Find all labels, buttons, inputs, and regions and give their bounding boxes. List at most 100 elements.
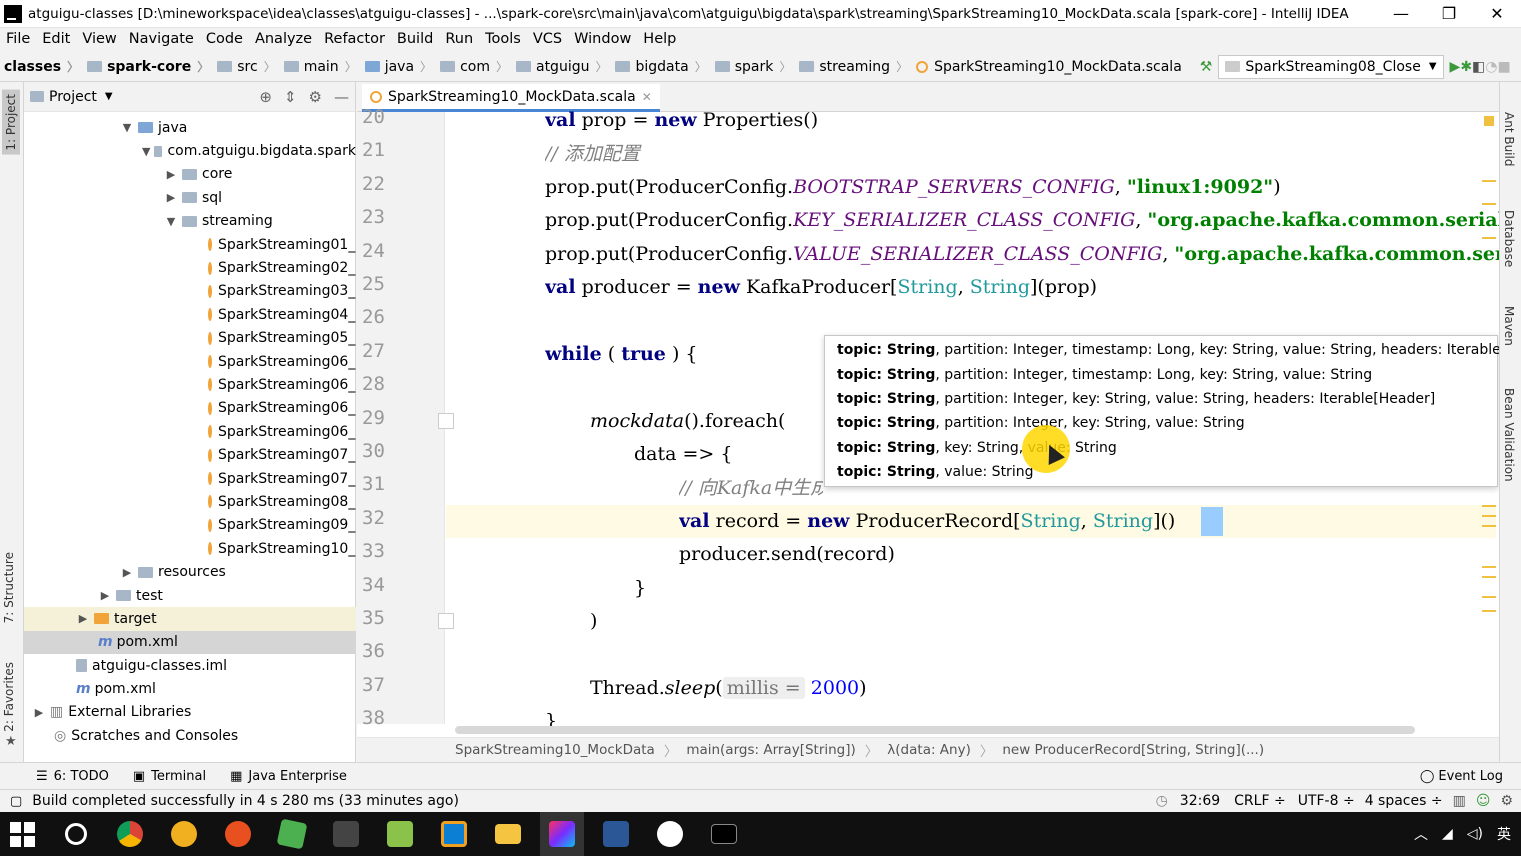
tab-ant-build[interactable]: Ant Build bbox=[1502, 112, 1516, 166]
hide-panel-icon[interactable]: — bbox=[334, 88, 349, 106]
tree-item[interactable]: SparkStreaming04_K bbox=[24, 303, 356, 326]
xmind-icon[interactable] bbox=[216, 812, 260, 856]
fold-marker-icon[interactable] bbox=[438, 613, 454, 629]
tree-item[interactable]: SparkStreaming02_C bbox=[24, 256, 356, 279]
intellij-taskbar-icon[interactable] bbox=[540, 812, 584, 856]
crumb-module[interactable]: spark-core 〉 bbox=[83, 58, 213, 75]
status-panel-icon[interactable]: ▢ bbox=[10, 794, 22, 809]
param-signature-3[interactable]: topic: String, partition: Integer, key: … bbox=[825, 387, 1497, 411]
run-icon[interactable]: ▶ bbox=[1450, 55, 1461, 79]
stripe-mark[interactable] bbox=[1482, 525, 1496, 527]
notepad-icon[interactable] bbox=[378, 812, 422, 856]
tab-java-enterprise[interactable]: ▦ Java Enterprise bbox=[218, 769, 359, 784]
windows-start-icon[interactable] bbox=[0, 812, 44, 856]
ime-indicator[interactable]: 英 bbox=[1497, 824, 1511, 844]
expanded-arrow-icon[interactable]: ▼ bbox=[142, 145, 150, 158]
menu-window[interactable]: Window bbox=[568, 28, 637, 52]
word-icon[interactable] bbox=[594, 812, 638, 856]
stripe-mark[interactable] bbox=[1482, 505, 1496, 507]
stripe-mark[interactable] bbox=[1482, 610, 1496, 612]
menu-view[interactable]: View bbox=[76, 28, 122, 52]
smiley-app-icon[interactable] bbox=[648, 812, 692, 856]
tree-item[interactable]: ▶ target bbox=[24, 607, 356, 631]
tree-item[interactable]: atguigu-classes.iml bbox=[24, 654, 356, 677]
memory-indicator-icon[interactable]: ⚙ bbox=[1500, 793, 1513, 809]
profile-icon[interactable]: ◔ bbox=[1485, 55, 1497, 79]
crumb-com[interactable]: com 〉 bbox=[436, 58, 512, 75]
param-signature-4[interactable]: topic: String, partition: Integer, key: … bbox=[825, 411, 1497, 435]
tab-favorites[interactable]: 2: Favorites bbox=[2, 662, 16, 732]
tree-item[interactable]: SparkStreaming07_C bbox=[24, 467, 356, 490]
stripe-mark[interactable] bbox=[1482, 576, 1496, 578]
inspection-status-icon[interactable] bbox=[1484, 116, 1494, 126]
menu-tools[interactable]: Tools bbox=[479, 28, 527, 52]
crumb-java[interactable]: java 〉 bbox=[361, 58, 436, 75]
tree-item[interactable]: SparkStreaming06_S bbox=[24, 420, 356, 443]
crumb-src[interactable]: src 〉 bbox=[213, 58, 279, 75]
tree-item[interactable]: m pom.xml bbox=[24, 677, 356, 700]
crumb-expression[interactable]: new ProducerRecord[String, String](...) bbox=[1002, 742, 1264, 758]
tree-item[interactable]: ▶ resources bbox=[24, 560, 356, 583]
tree-item[interactable]: ▼ streaming bbox=[24, 210, 356, 233]
menu-edit[interactable]: Edit bbox=[36, 28, 76, 52]
stripe-mark[interactable] bbox=[1482, 203, 1496, 205]
crumb-main[interactable]: main 〉 bbox=[280, 58, 361, 75]
tree-item[interactable]: SparkStreaming06_S bbox=[24, 350, 356, 373]
chrome-icon[interactable] bbox=[108, 812, 152, 856]
collapsed-arrow-icon[interactable]: ▶ bbox=[98, 589, 112, 602]
collapsed-arrow-icon[interactable]: ▶ bbox=[32, 706, 46, 719]
build-hammer-icon[interactable]: ⚒ bbox=[1200, 55, 1213, 79]
tree-item[interactable]: ◎ Scratches and Consoles bbox=[24, 724, 356, 747]
collapse-all-icon[interactable]: ⇕ bbox=[284, 88, 297, 106]
tree-item[interactable]: ▼ com.atguigu.bigdata.spark bbox=[24, 139, 356, 162]
crumb-file[interactable]: SparkStreaming10_MockData.scala bbox=[912, 59, 1186, 75]
tree-item[interactable]: ▶ core bbox=[24, 163, 356, 186]
file-encoding[interactable]: UTF-8 ÷ bbox=[1298, 793, 1355, 809]
expanded-arrow-icon[interactable]: ▼ bbox=[120, 121, 134, 134]
vm-app-icon[interactable] bbox=[270, 812, 314, 856]
crumb-lambda[interactable]: λ(data: Any) bbox=[887, 742, 971, 758]
recorder-icon[interactable] bbox=[324, 812, 368, 856]
expanded-arrow-icon[interactable]: ▼ bbox=[164, 215, 178, 228]
menu-refactor[interactable]: Refactor bbox=[318, 28, 391, 52]
cortana-icon[interactable] bbox=[54, 812, 98, 856]
stop-icon[interactable]: ■ bbox=[1498, 55, 1511, 79]
collapsed-arrow-icon[interactable]: ▶ bbox=[164, 168, 178, 181]
tree-item[interactable]: ▼ java bbox=[24, 116, 356, 139]
close-button[interactable]: ✕ bbox=[1473, 0, 1521, 28]
tree-item[interactable]: ▶ test bbox=[24, 584, 356, 607]
gear-icon[interactable]: ⚙ bbox=[309, 88, 322, 106]
menu-file[interactable]: File bbox=[0, 28, 36, 52]
menu-navigate[interactable]: Navigate bbox=[123, 28, 200, 52]
tray-expand-icon[interactable]: ︿ bbox=[1414, 824, 1428, 844]
volume-icon[interactable]: ◁) bbox=[1467, 826, 1483, 842]
crumb-bigdata[interactable]: bigdata 〉 bbox=[611, 58, 710, 75]
menu-build[interactable]: Build bbox=[391, 28, 439, 52]
tab-terminal[interactable]: ▣ Terminal bbox=[121, 769, 218, 784]
tree-item[interactable]: SparkStreaming06_S bbox=[24, 397, 356, 420]
readonly-lock-icon[interactable]: ▥ bbox=[1453, 793, 1466, 809]
tree-item[interactable]: SparkStreaming10_M bbox=[24, 537, 356, 560]
tab-structure[interactable]: 7: Structure bbox=[2, 552, 16, 623]
crumb-atguigu[interactable]: atguigu 〉 bbox=[512, 58, 612, 75]
debug-icon[interactable]: ✱ bbox=[1460, 55, 1472, 79]
menu-code[interactable]: Code bbox=[200, 28, 249, 52]
tree-item[interactable]: SparkStreaming06_S bbox=[24, 373, 356, 396]
stripe-mark[interactable] bbox=[1482, 237, 1496, 239]
mf-app-icon[interactable] bbox=[162, 812, 206, 856]
stripe-mark[interactable] bbox=[1482, 566, 1496, 568]
run-configuration-select[interactable]: SparkStreaming08_Close ▼ bbox=[1218, 54, 1444, 79]
param-signature-5[interactable]: topic: String, key: String, value: Strin… bbox=[825, 436, 1497, 460]
tree-item[interactable]: SparkStreaming01_W bbox=[24, 233, 356, 256]
remote-app-icon[interactable] bbox=[432, 812, 476, 856]
menu-run[interactable]: Run bbox=[439, 28, 479, 52]
param-signature-6[interactable]: topic: String, value: String bbox=[825, 460, 1497, 484]
tree-item[interactable]: ▶ sql bbox=[24, 186, 356, 209]
param-signature-2[interactable]: topic: String, partition: Integer, times… bbox=[825, 362, 1497, 386]
indent-setting[interactable]: 4 spaces ÷ bbox=[1365, 793, 1443, 809]
tree-item[interactable]: SparkStreaming07_C bbox=[24, 443, 356, 466]
caret-position[interactable]: 32:69 bbox=[1180, 793, 1220, 809]
crumb-spark[interactable]: spark 〉 bbox=[711, 58, 796, 75]
stripe-mark[interactable] bbox=[1482, 596, 1496, 598]
tab-event-log[interactable]: ◯ Event Log bbox=[1408, 769, 1515, 784]
